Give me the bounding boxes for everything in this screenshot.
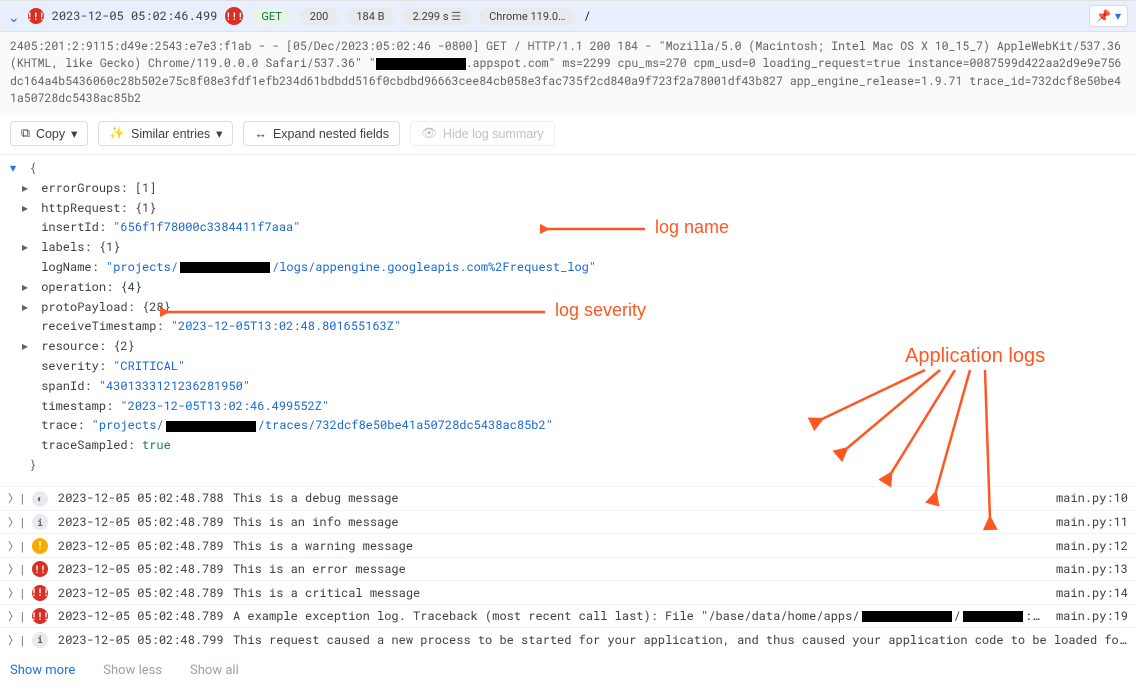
severity-critical-icon: !!! xyxy=(28,8,44,24)
pin-dropdown[interactable]: 📌 ▾ xyxy=(1089,5,1128,27)
severity-icon: ! xyxy=(32,538,48,554)
nested-severity-icon: !!! xyxy=(225,7,243,25)
json-field-caret[interactable] xyxy=(22,238,34,258)
json-viewer: { errorGroups: [1] httpRequest: {1} inse… xyxy=(0,155,1136,486)
severity-icon: !!! xyxy=(32,585,48,601)
severity-icon: ◐ xyxy=(32,491,48,507)
severity-icon: !! xyxy=(32,561,48,577)
row-message: This is an info message xyxy=(233,514,1046,530)
row-message: This is a warning message xyxy=(233,538,1046,554)
row-message: This request caused a new process to be … xyxy=(233,632,1128,648)
sparkle-icon: ✨ xyxy=(109,126,125,141)
copy-icon: ⧉ xyxy=(21,126,30,141)
row-message: A example exception log. Traceback (most… xyxy=(233,608,1046,624)
chevron-down-icon: ▾ xyxy=(216,126,222,141)
row-source: main.py:14 xyxy=(1056,585,1128,601)
json-field-caret[interactable] xyxy=(22,337,34,357)
log-toolbar: ⧉Copy ▾ ✨Similar entries ▾ ↔Expand neste… xyxy=(0,113,1136,155)
expand-row-icon[interactable]: 〉| xyxy=(8,585,22,601)
eye-off-icon: 👁 xyxy=(421,126,437,141)
row-message: This is a critical message xyxy=(233,585,1046,601)
row-timestamp: 2023-12-05 05:02:48.799 xyxy=(58,632,223,648)
json-root-caret[interactable] xyxy=(10,159,22,179)
chevron-down-icon: ▾ xyxy=(1115,8,1121,24)
json-logname-row: logName: "projects//logs/appengine.googl… xyxy=(10,258,1126,278)
json-field-caret[interactable] xyxy=(22,179,34,199)
log-entry-header[interactable]: ⌄ !!! 2023-12-05 05:02:46.499 !!! GET 20… xyxy=(0,0,1136,32)
show-more-link[interactable]: Show more xyxy=(10,663,75,678)
log-row[interactable]: 〉| i 2023-12-05 05:02:48.799 This request c… xyxy=(0,627,1136,651)
status-pill: 200 xyxy=(300,8,339,25)
chevron-down-icon: ▾ xyxy=(71,126,77,141)
row-timestamp: 2023-12-05 05:02:48.789 xyxy=(58,514,223,530)
header-timestamp: 2023-12-05 05:02:46.499 xyxy=(52,8,218,24)
redacted-text xyxy=(376,58,466,70)
severity-icon: i xyxy=(32,632,48,648)
row-source: main.py:19 xyxy=(1056,608,1128,624)
show-less-link[interactable]: Show less xyxy=(103,663,162,678)
expand-icon: ↔ xyxy=(254,127,267,141)
hide-summary-button: 👁Hide log summary xyxy=(410,121,555,146)
row-message: This is a debug message xyxy=(233,490,1046,506)
agent-pill: Chrome 119.0… xyxy=(479,8,575,25)
json-field-caret[interactable] xyxy=(22,298,34,318)
row-source: main.py:10 xyxy=(1056,490,1128,506)
row-source: main.py:12 xyxy=(1056,538,1128,554)
trace-icon: ☰ xyxy=(451,10,461,23)
redacted-text xyxy=(862,611,952,622)
expand-row-icon[interactable]: 〉| xyxy=(8,632,22,648)
row-timestamp: 2023-12-05 05:02:48.788 xyxy=(58,490,223,506)
pin-icon: 📌 xyxy=(1096,8,1111,24)
redacted-text xyxy=(180,262,270,273)
redacted-text xyxy=(963,611,1023,622)
expand-row-icon[interactable]: 〉| xyxy=(8,490,22,506)
redacted-text xyxy=(166,421,256,432)
json-field-caret[interactable] xyxy=(22,199,34,219)
row-source: main.py:13 xyxy=(1056,561,1128,577)
similar-entries-button[interactable]: ✨Similar entries ▾ xyxy=(98,121,233,146)
log-row[interactable]: 〉| i 2023-12-05 05:02:48.789 This is an inf… xyxy=(0,510,1136,534)
expand-row-icon[interactable]: 〉| xyxy=(8,538,22,554)
method-pill: GET xyxy=(251,8,291,25)
row-timestamp: 2023-12-05 05:02:48.789 xyxy=(58,538,223,554)
log-row[interactable]: 〉|!!! 2023-12-05 05:02:48.789 A example ex… xyxy=(0,604,1136,628)
raw-log-text: 2405:201:2:9115:d49e:2543:e7e3:f1ab - - … xyxy=(0,32,1136,113)
copy-button[interactable]: ⧉Copy ▾ xyxy=(10,121,88,146)
expand-fields-button[interactable]: ↔Expand nested fields xyxy=(243,121,400,146)
size-pill: 184 B xyxy=(346,8,394,25)
row-timestamp: 2023-12-05 05:02:48.789 xyxy=(58,608,223,624)
footer-links: Show more Show less Show all xyxy=(0,651,1136,690)
application-log-list: 〉| ◐ 2023-12-05 05:02:48.788 This is a debu… xyxy=(0,486,1136,651)
request-path: / xyxy=(583,8,590,24)
json-field-caret[interactable] xyxy=(22,278,34,298)
row-message: This is an error message xyxy=(233,561,1046,577)
show-all-link[interactable]: Show all xyxy=(190,663,239,678)
latency-pill: 2.299 s ☰ xyxy=(402,8,471,25)
expand-row-icon[interactable]: 〉| xyxy=(8,608,22,624)
row-timestamp: 2023-12-05 05:02:48.789 xyxy=(58,561,223,577)
log-row[interactable]: 〉|! 2023-12-05 05:02:48.789 This is a warn… xyxy=(0,533,1136,557)
log-row[interactable]: 〉| ◐ 2023-12-05 05:02:48.788 This is a debu… xyxy=(0,486,1136,510)
log-row[interactable]: 〉|!!! 2023-12-05 05:02:48.789 This is a cr… xyxy=(0,580,1136,604)
severity-icon: i xyxy=(32,514,48,530)
severity-icon: !!! xyxy=(32,608,48,624)
expand-row-icon[interactable]: 〉| xyxy=(8,561,22,577)
expand-chevron-icon[interactable]: ⌄ xyxy=(8,7,20,26)
row-source: main.py:11 xyxy=(1056,514,1128,530)
json-severity-row: severity: "CRITICAL" xyxy=(10,357,1126,377)
row-timestamp: 2023-12-05 05:02:48.789 xyxy=(58,585,223,601)
expand-row-icon[interactable]: 〉| xyxy=(8,514,22,530)
log-row[interactable]: 〉|!! 2023-12-05 05:02:48.789 This is an er… xyxy=(0,557,1136,581)
